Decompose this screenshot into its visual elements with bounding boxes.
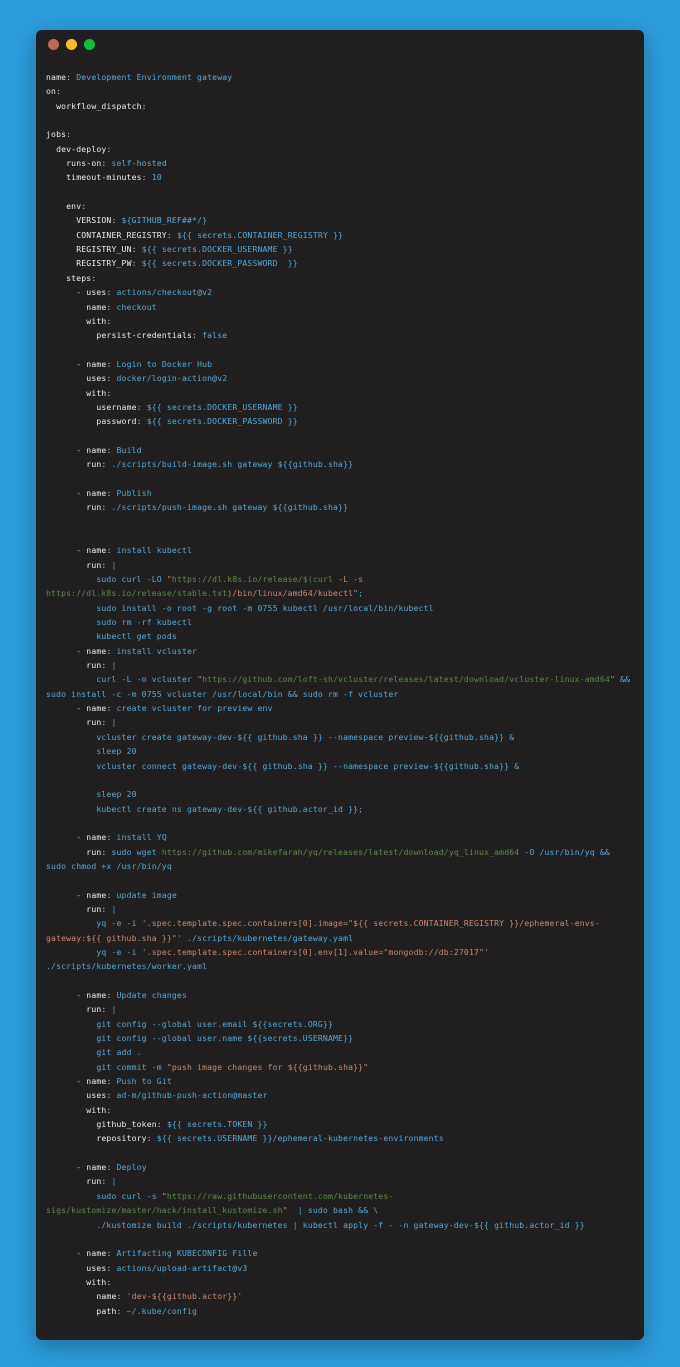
code-line: run: ./scripts/build-image.sh gateway ${…	[86, 459, 354, 470]
code-line: sudo install -o root -g root -m 0755 kub…	[96, 602, 434, 613]
code-line: vcluster create gateway-dev-${{ github.s…	[96, 731, 515, 742]
code-line: persist-credentials: false	[96, 330, 228, 341]
code-line: run: |	[86, 903, 117, 914]
code-line: - name: update image	[76, 889, 177, 900]
code-line: github_token: ${{ secrets.TOKEN }}	[96, 1119, 268, 1130]
code-line: with:	[86, 315, 112, 326]
code-line: git add .	[96, 1047, 142, 1058]
code-line: password: ${{ secrets.DOCKER_PASSWORD }}	[96, 416, 298, 427]
code-line: name: 'dev-${{github.actor}}'	[96, 1291, 243, 1302]
code-line: - name: install YQ	[76, 832, 167, 843]
code-line: name: checkout	[86, 301, 157, 312]
code-line: - name: Update changes	[76, 990, 188, 1000]
minimize-button[interactable]	[66, 38, 77, 50]
code-line: dev-deploy:	[56, 143, 112, 154]
code-line: git commit -m "push image changes for ${…	[96, 1061, 369, 1072]
close-button[interactable]	[48, 38, 59, 50]
code-line: sudo curl -s "https://raw.githubusercont…	[46, 1190, 394, 1216]
code-line: with:	[86, 1104, 112, 1115]
code-line: - name: Artifacting KUBECONFIG Fille	[76, 1248, 258, 1259]
code-window: name: Development Environment gateway on:…	[36, 30, 644, 1340]
code-line: - name: Login to Docker Hub	[76, 358, 213, 369]
code-line: run: |	[86, 660, 117, 671]
code-line: run: sudo wget https://github.com/mikefa…	[46, 846, 615, 871]
code-line: with:	[86, 387, 112, 398]
code-line: git config --global user.name ${{secrets…	[96, 1033, 354, 1044]
code-line: run: |	[86, 1176, 117, 1187]
code-line: CONTAINER_REGISTRY: ${{ secrets.CONTAINE…	[76, 229, 344, 240]
code-line: curl -L -o vcluster "https://github.com/…	[46, 674, 636, 699]
code-line: yq -e -i '.spec.template.spec.containers…	[46, 946, 495, 972]
code-line: sudo curl -LO "https://dl.k8s.io/release…	[46, 574, 369, 599]
code-line: sudo rm -rf kubectl	[96, 617, 193, 628]
code-line: - name: Push to Git	[76, 1076, 172, 1087]
code-line: - uses: actions/checkout@v2	[76, 287, 213, 298]
code-line: run: |	[86, 717, 117, 728]
code-line: - name: install vcluster	[76, 645, 198, 656]
code-line: sleep 20	[96, 789, 137, 800]
code-line: uses: ad-m/github-push-action@master	[86, 1090, 268, 1101]
code-line: vcluster connect gateway-dev-${{ github.…	[96, 760, 520, 771]
code-line: - name: create vcluster for preview env	[76, 703, 273, 714]
code-line: env:	[66, 201, 87, 212]
code-line: uses: actions/upload-artifact@v3	[86, 1262, 248, 1273]
code-line: uses: docker/login-action@v2	[86, 373, 228, 384]
code-line: repository: ${{ secrets.USERNAME }}/ephe…	[96, 1133, 444, 1144]
code-block[interactable]: name: Development Environment gateway on:…	[36, 58, 644, 1318]
code-line: runs-on: self-hosted	[66, 158, 167, 169]
code-line: - name: Build	[76, 444, 142, 455]
code-line: sleep 20	[96, 746, 137, 757]
code-line: steps:	[66, 272, 97, 283]
code-line: jobs:	[46, 129, 72, 140]
code-line: with:	[86, 1276, 112, 1287]
code-line: kubectl create ns gateway-dev-${{ github…	[96, 803, 364, 814]
code-line: username: ${{ secrets.DOCKER_USERNAME }}	[96, 401, 298, 412]
code-line: yq -e -i '.spec.template.spec.containers…	[46, 918, 600, 943]
code-line: REGISTRY_UN: ${{ secrets.DOCKER_USERNAME…	[76, 244, 293, 255]
code-line: on:	[46, 86, 62, 97]
code-line: - name: Deploy	[76, 1162, 147, 1173]
code-line: workflow_dispatch:	[56, 100, 147, 111]
code-line: - name: Publish	[76, 487, 152, 498]
window-titlebar	[36, 30, 644, 58]
code-line: name: Development Environment gateway	[46, 72, 233, 82]
code-line: git config --global user.email ${{secret…	[96, 1018, 333, 1029]
maximize-button[interactable]	[84, 38, 95, 50]
code-line: kubectl get pods	[96, 631, 177, 642]
code-line: ./kustomize build ./scripts/kubernetes |…	[96, 1219, 585, 1230]
code-line: run: ./scripts/push-image.sh gateway ${{…	[86, 502, 349, 513]
code-line: VERSION: ${GITHUB_REF##*/}	[76, 215, 208, 226]
page-root: name: Development Environment gateway on:…	[0, 0, 680, 1367]
code-line: timeout-minutes: 10	[66, 172, 162, 183]
code-line: run: |	[86, 559, 117, 570]
code-line: - name: install kubectl	[76, 545, 193, 556]
code-line: path: ~/.kube/config	[96, 1305, 198, 1316]
code-line: REGISTRY_PW: ${{ secrets.DOCKER_PASSWORD…	[76, 258, 298, 269]
code-line: run: |	[86, 1004, 117, 1015]
